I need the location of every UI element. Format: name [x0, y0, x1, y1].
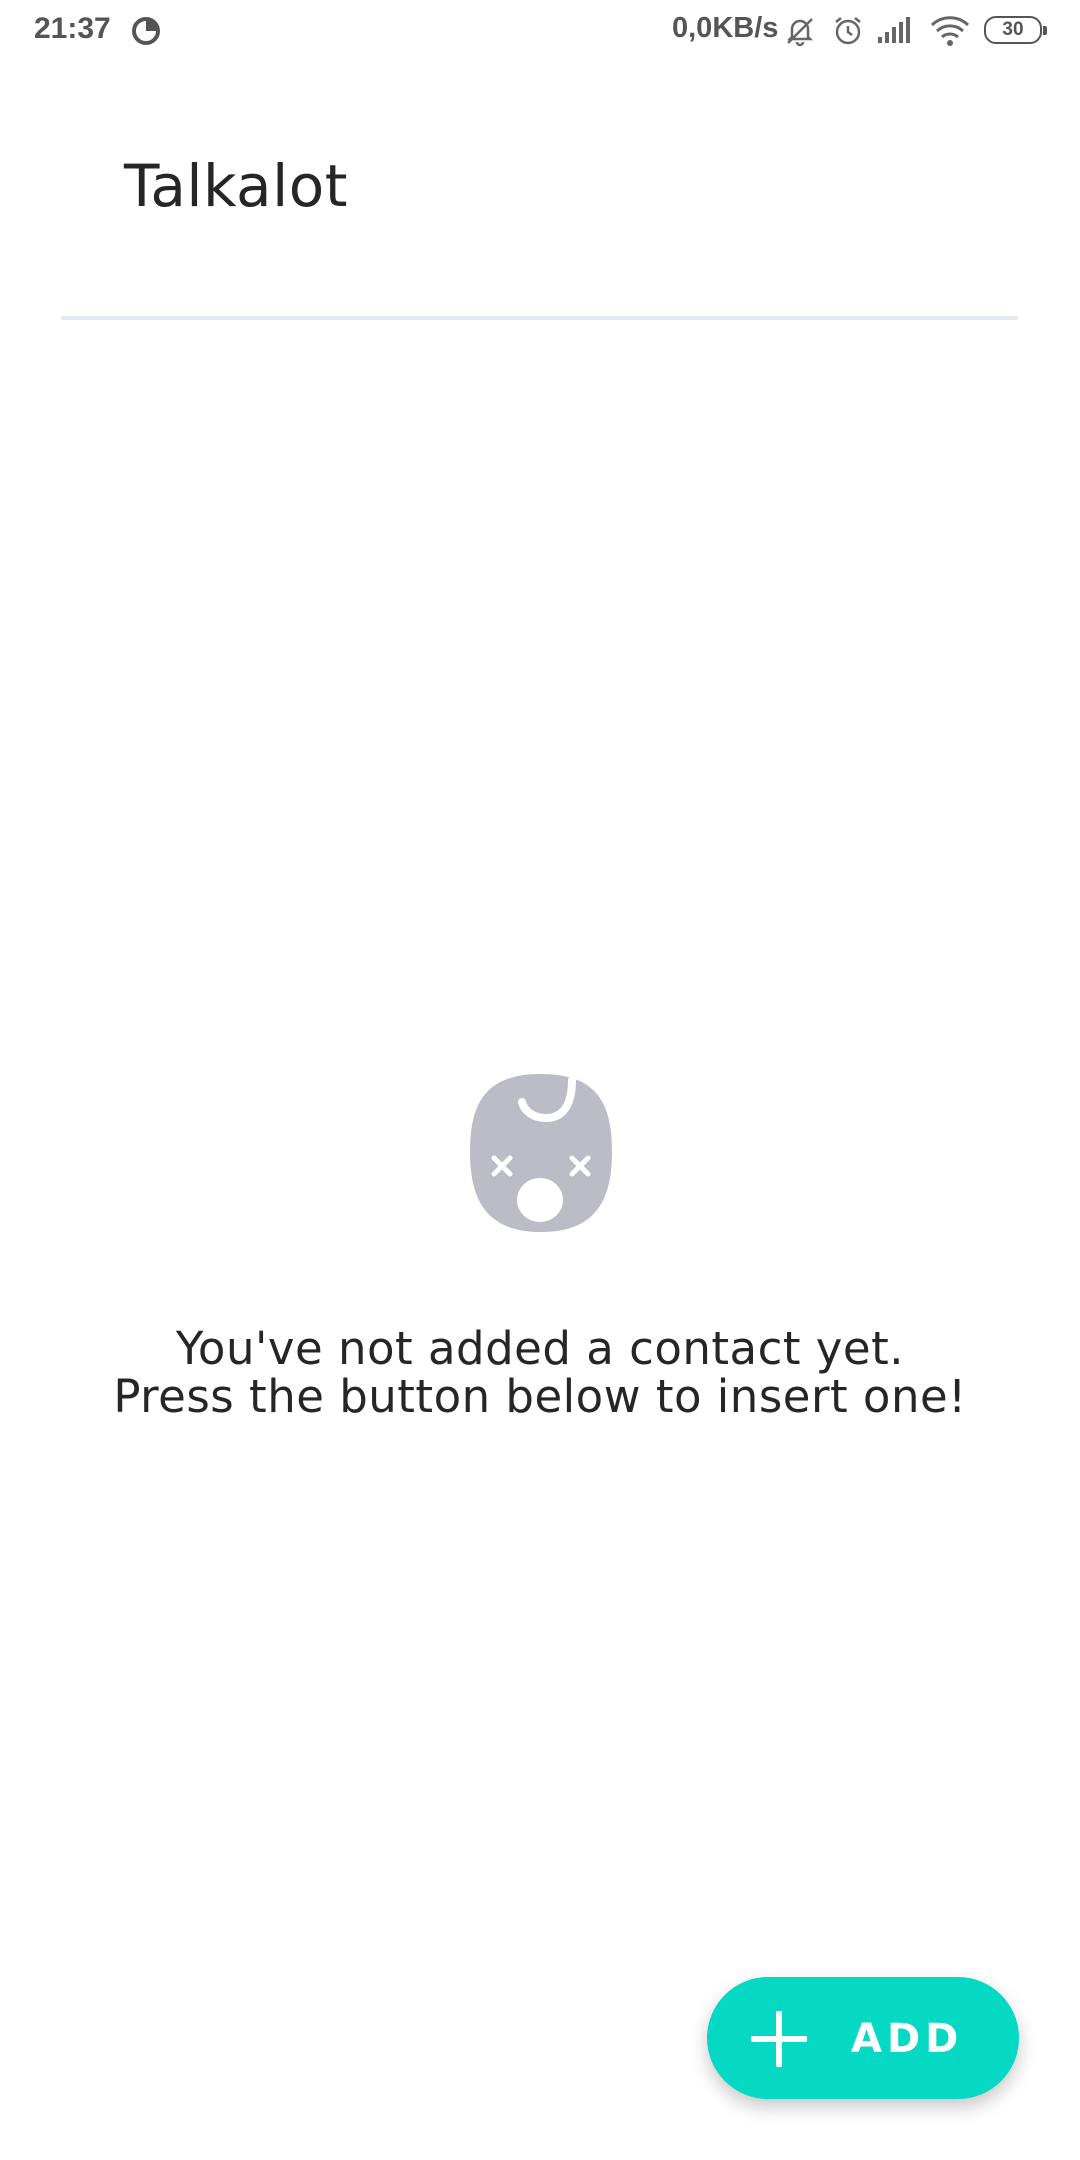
empty-state-message: You've not added a contact yet. Press th… — [0, 1325, 1080, 1421]
plus-icon — [751, 2011, 807, 2067]
app-notification-icon — [132, 17, 160, 45]
battery-level: 30 — [1002, 19, 1024, 40]
signal-icon — [878, 17, 910, 43]
status-bar: 21:37 0,0KB/s 30 — [0, 0, 1080, 62]
sad-face-icon — [470, 1074, 612, 1232]
alarm-icon — [835, 17, 861, 45]
network-speed: 0,0KB/s — [672, 12, 779, 44]
wifi-icon — [930, 16, 970, 46]
app-title: Talkalot — [124, 152, 348, 220]
empty-state-line-2: Press the button below to insert one! — [113, 1370, 967, 1423]
empty-state-line-1: You've not added a contact yet. — [175, 1322, 905, 1375]
add-button-label: ADD — [851, 2016, 964, 2062]
bell-muted-icon — [786, 18, 814, 47]
status-time: 21:37 — [34, 12, 111, 45]
header-divider — [61, 316, 1018, 320]
battery-tip — [1043, 26, 1047, 35]
add-contact-button[interactable]: ADD — [707, 1977, 1019, 2099]
battery-icon: 30 — [984, 16, 1047, 44]
